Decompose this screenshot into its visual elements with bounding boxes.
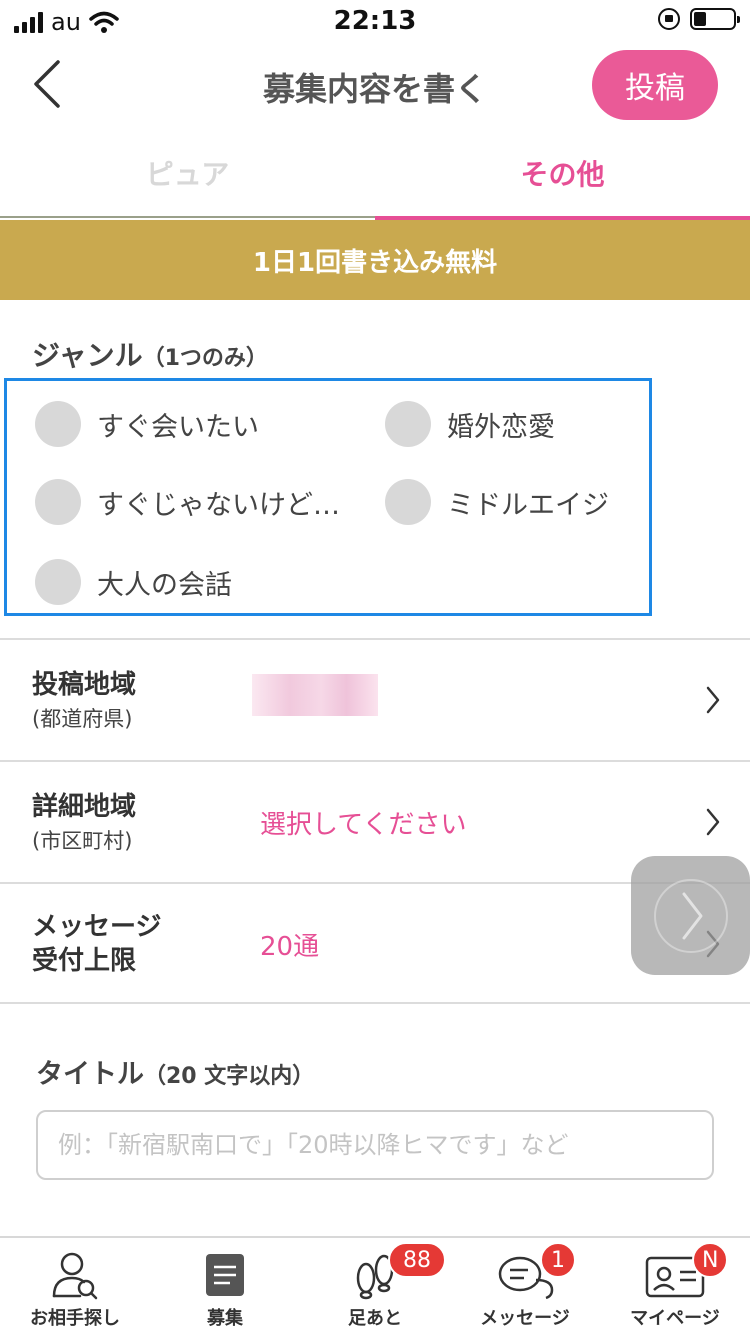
genre-option-not-now[interactable]: すぐじゃないけど… (35, 479, 340, 525)
messages-badge: 1 (540, 1242, 576, 1278)
category-tabs: ピュア その他 (0, 128, 750, 220)
detail-area-value: 選択してください (260, 810, 467, 840)
title-label: タイトル (36, 1059, 144, 1090)
title-input[interactable] (36, 1110, 714, 1180)
chevron-right-icon (706, 808, 720, 836)
genre-option-meet-now[interactable]: すぐ会いたい (35, 401, 259, 447)
message-limit-label: メッセージ 受付上限 (32, 910, 161, 978)
mypage-badge: N (692, 1242, 729, 1278)
detail-area-title: 詳細地域 (32, 792, 137, 822)
tab-messages[interactable]: メッセージ 1 (450, 1238, 600, 1334)
tab-pure[interactable]: ピュア (0, 128, 375, 218)
blurred-prefecture-value (252, 674, 378, 716)
tab-label: メッセージ (480, 1308, 570, 1329)
radio-button[interactable] (385, 401, 431, 447)
rotation-lock-icon (658, 8, 680, 30)
genre-option-label: 大人の会話 (97, 569, 232, 601)
radio-button[interactable] (35, 479, 81, 525)
message-limit-title-2: 受付上限 (32, 946, 137, 976)
radio-button[interactable] (35, 401, 81, 447)
post-area-label: 投稿地域 (都道府県) (32, 668, 136, 736)
detail-area-sub: (市区町村) (32, 829, 133, 853)
tab-label: お相手探し (30, 1308, 120, 1329)
tab-partner-search[interactable]: お相手探し (0, 1238, 150, 1334)
tab-mypage[interactable]: マイページ N (600, 1238, 750, 1334)
status-time: 22:13 (333, 6, 417, 36)
person-search-icon (52, 1252, 98, 1300)
genre-option-affair[interactable]: 婚外恋愛 (385, 401, 555, 447)
genre-option-label: すぐ会いたい (97, 411, 259, 443)
battery-icon (690, 8, 740, 30)
navigation-bar: 募集内容を書く 投稿 (0, 42, 750, 128)
title-note: （20 文字以内） (144, 1064, 315, 1089)
tab-label: 募集 (207, 1308, 243, 1329)
genre-option-label: 婚外恋愛 (447, 411, 555, 443)
status-right (658, 8, 740, 30)
floating-next-button[interactable] (631, 856, 750, 975)
genre-title: ジャンル (32, 339, 143, 372)
footprints-badge: 88 (388, 1242, 446, 1278)
tab-footprints[interactable]: 足あと 88 (300, 1238, 450, 1334)
radio-button[interactable] (385, 479, 431, 525)
detail-area-label: 詳細地域 (市区町村) (32, 790, 136, 858)
genre-option-middle-age[interactable]: ミドルエイジ (385, 479, 609, 525)
free-post-banner: 1日1回書き込み無料 (0, 220, 750, 300)
tab-recruit[interactable]: 募集 (150, 1238, 300, 1334)
status-bar: au 22:13 (0, 0, 750, 42)
post-button[interactable]: 投稿 (592, 50, 718, 120)
genre-heading: ジャンル（1つのみ） (32, 334, 268, 374)
radio-button[interactable] (35, 559, 81, 605)
document-icon (206, 1254, 244, 1296)
tab-label: 足あと (348, 1308, 402, 1329)
tab-other[interactable]: その他 (375, 128, 750, 220)
message-limit-value: 20通 (260, 932, 320, 962)
post-area-sub: (都道府県) (32, 707, 133, 731)
genre-options: すぐ会いたい 婚外恋愛 すぐじゃないけど… ミドルエイジ 大人の会話 (4, 378, 652, 616)
chevron-right-icon (706, 686, 720, 714)
message-limit-title-1: メッセージ (32, 912, 162, 942)
title-heading: タイトル（20 文字以内） (36, 1052, 314, 1091)
tab-label: マイページ (630, 1308, 720, 1329)
genre-option-adult-talk[interactable]: 大人の会話 (35, 559, 232, 605)
chevron-right-circle-icon (654, 879, 728, 953)
genre-option-label: すぐじゃないけど… (97, 489, 340, 521)
bottom-tab-bar: お相手探し 募集 足あと 88 メッセージ 1 マイページ N (0, 1236, 750, 1334)
post-area-title: 投稿地域 (32, 670, 137, 700)
genre-option-label: ミドルエイジ (447, 489, 609, 521)
genre-note: （1つのみ） (142, 346, 268, 371)
